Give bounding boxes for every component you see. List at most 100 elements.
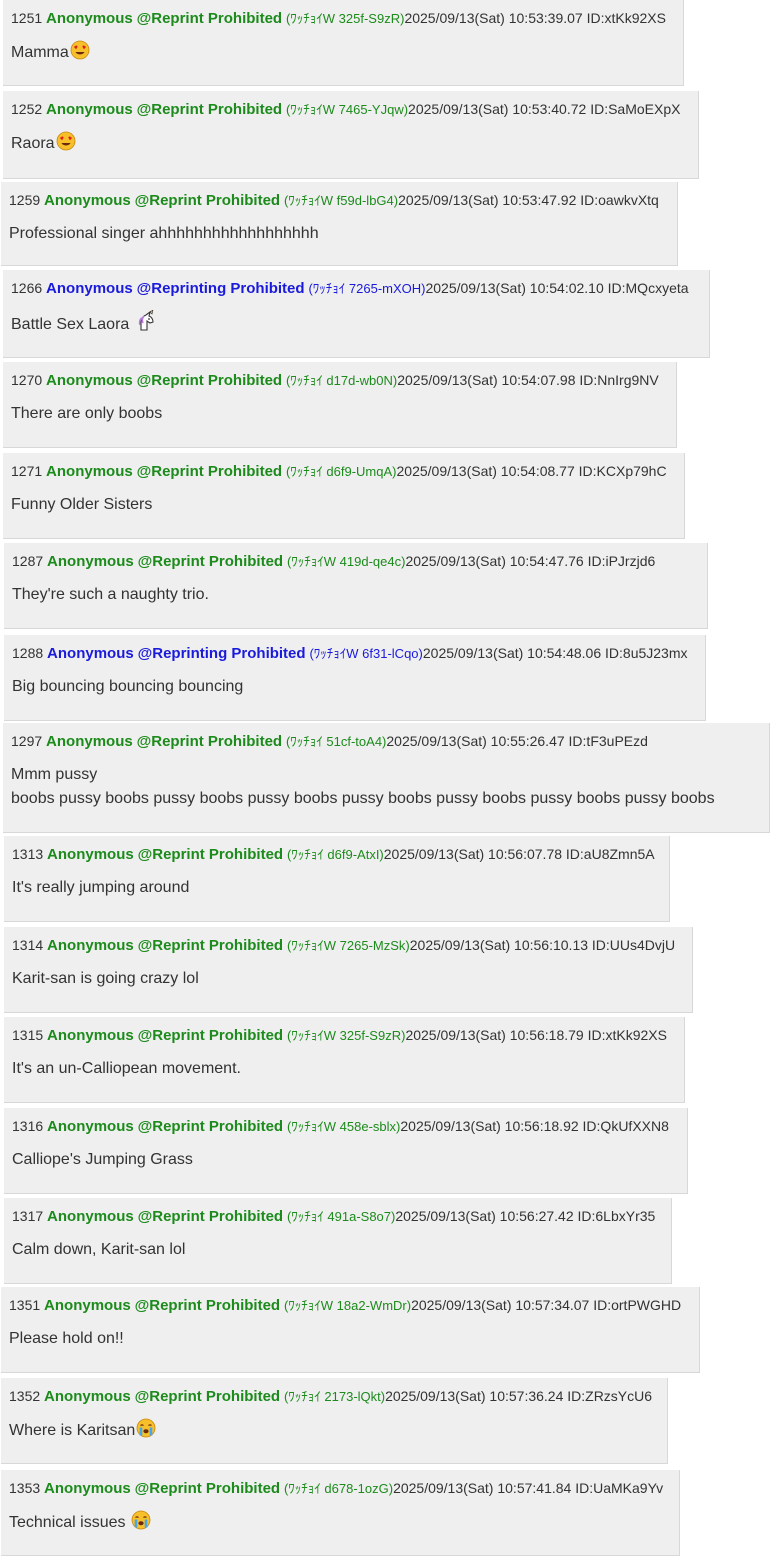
post-header: 1297 Anonymous @Reprint Prohibited (ﾜｯﾁｮ…	[11, 731, 761, 752]
post-text-line: Mamma	[11, 44, 69, 61]
post-text-line: Where is Karitsan	[9, 1422, 136, 1439]
post-number[interactable]: 1315	[12, 1027, 43, 1043]
post-number[interactable]: 1353	[9, 1480, 40, 1496]
post-meta[interactable]: 2025/09/13(Sat) 10:56:10.13 ID:UUs4DvjU	[410, 937, 675, 953]
post-meta[interactable]: 2025/09/13(Sat) 10:57:41.84 ID:UaMKa9Yv	[393, 1480, 663, 1496]
post: 1314 Anonymous @Reprint Prohibited (ﾜｯﾁｮ…	[4, 927, 693, 1013]
post-body: Mamma	[11, 40, 675, 68]
post-number[interactable]: 1297	[11, 733, 42, 749]
poster-name: Anonymous	[46, 463, 133, 480]
post-text-line: Calliope's Jumping Grass	[12, 1151, 193, 1168]
poster-hash: (ﾜｯﾁｮｲ 7265-mXOH)	[308, 281, 426, 296]
poster-trip: @Reprint Prohibited	[136, 463, 283, 480]
post-header: 1313 Anonymous @Reprint Prohibited (ﾜｯﾁｮ…	[12, 844, 661, 865]
poster-trip: @Reprint Prohibited	[134, 1297, 281, 1314]
post: 1315 Anonymous @Reprint Prohibited (ﾜｯﾁｮ…	[4, 1017, 685, 1103]
post: 1271 Anonymous @Reprint Prohibited (ﾜｯﾁｮ…	[3, 453, 685, 539]
post-number[interactable]: 1288	[12, 645, 43, 661]
post-body: Battle Sex Laora	[11, 309, 701, 340]
post-meta[interactable]: 2025/09/13(Sat) 10:56:07.78 ID:aU8Zmn5A	[384, 846, 655, 862]
post-text-line: Professional singer ahhhhhhhhhhhhhhhhhh	[9, 225, 319, 242]
post-body: Raora	[11, 131, 690, 159]
poster-trip: @Reprint Prohibited	[136, 372, 283, 389]
post-number[interactable]: 1317	[12, 1208, 43, 1224]
poster-trip: @Reprint Prohibited	[137, 553, 284, 570]
crying-emoji-icon	[131, 1510, 151, 1538]
post-number[interactable]: 1316	[12, 1118, 43, 1134]
poster-name: Anonymous	[44, 1297, 131, 1314]
poster-hash: (ﾜｯﾁｮｲW 325f-S9zR)	[285, 11, 405, 26]
post-meta[interactable]: 2025/09/13(Sat) 10:57:34.07 ID:ortPWGHD	[411, 1297, 681, 1313]
poster-name: Anonymous	[46, 733, 133, 750]
poster-hash: (ﾜｯﾁｮｲW 458e-sblx)	[286, 1119, 401, 1134]
post-meta[interactable]: 2025/09/13(Sat) 10:54:47.76 ID:iPJrzjd6	[405, 553, 655, 569]
post-meta[interactable]: 2025/09/13(Sat) 10:53:40.72 ID:SaMoEXpX	[408, 101, 680, 117]
post-header: 1251 Anonymous @Reprint Prohibited (ﾜｯﾁｮ…	[11, 8, 675, 29]
post-meta[interactable]: 2025/09/13(Sat) 10:56:27.42 ID:6LbxYr35	[395, 1208, 655, 1224]
post-body: Karit-san is going crazy lol	[12, 967, 684, 991]
post-body: Calliope's Jumping Grass	[12, 1148, 679, 1172]
post-meta[interactable]: 2025/09/13(Sat) 10:56:18.92 ID:QkUfXXN8	[400, 1118, 669, 1134]
poster-hash: (ﾜｯﾁｮｲ d17d-wb0N)	[285, 373, 398, 388]
post-header: 1314 Anonymous @Reprint Prohibited (ﾜｯﾁｮ…	[12, 935, 684, 956]
poster-hash: (ﾜｯﾁｮｲW 325f-S9zR)	[286, 1028, 406, 1043]
post-number[interactable]: 1270	[11, 372, 42, 388]
post-body: Please hold on!!	[9, 1327, 691, 1351]
post-meta[interactable]: 2025/09/13(Sat) 10:53:39.07 ID:xtKk92XS	[404, 10, 666, 26]
post: 1351 Anonymous @Reprint Prohibited (ﾜｯﾁｮ…	[1, 1287, 700, 1373]
post-meta[interactable]: 2025/09/13(Sat) 10:54:48.06 ID:8u5J23mx	[423, 645, 688, 661]
post-body: They're such a naughty trio.	[12, 583, 699, 607]
post: 1266 Anonymous @Reprinting Prohibited (ﾜ…	[3, 270, 710, 358]
poster-trip: @Reprint Prohibited	[134, 1480, 281, 1497]
post-body: Where is Karitsan	[9, 1418, 659, 1446]
post: 1297 Anonymous @Reprint Prohibited (ﾜｯﾁｮ…	[3, 723, 770, 833]
post-number[interactable]: 1314	[12, 937, 43, 953]
post-number[interactable]: 1252	[11, 101, 42, 117]
poster-trip: @Reprint Prohibited	[137, 1118, 284, 1135]
poster-trip: @Reprint Prohibited	[136, 733, 283, 750]
poster-trip: @Reprint Prohibited	[134, 1388, 281, 1405]
post-number[interactable]: 1313	[12, 846, 43, 862]
post-body: It's really jumping around	[12, 876, 661, 900]
poster-name: Anonymous	[46, 101, 133, 118]
poster-name: Anonymous	[46, 372, 133, 389]
post-number[interactable]: 1259	[9, 192, 40, 208]
post-number[interactable]: 1271	[11, 463, 42, 479]
post-meta[interactable]: 2025/09/13(Sat) 10:53:47.92 ID:oawkvXtq	[398, 192, 659, 208]
heart-eyes-emoji-icon	[70, 40, 90, 68]
post-number[interactable]: 1351	[9, 1297, 40, 1313]
post-meta[interactable]: 2025/09/13(Sat) 10:56:18.79 ID:xtKk92XS	[405, 1027, 667, 1043]
post-header: 1315 Anonymous @Reprint Prohibited (ﾜｯﾁｮ…	[12, 1025, 676, 1046]
post-meta[interactable]: 2025/09/13(Sat) 10:55:26.47 ID:tF3uPEzd	[386, 733, 648, 749]
poster-name: Anonymous	[46, 10, 133, 27]
post-meta[interactable]: 2025/09/13(Sat) 10:54:07.98 ID:NnIrg9NV	[397, 372, 659, 388]
poster-name: Anonymous	[44, 192, 131, 209]
post: 1352 Anonymous @Reprint Prohibited (ﾜｯﾁｮ…	[1, 1378, 668, 1464]
poster-name: Anonymous	[47, 1027, 134, 1044]
post-text-line: Battle Sex Laora	[11, 316, 134, 333]
post-header: 1351 Anonymous @Reprint Prohibited (ﾜｯﾁｮ…	[9, 1295, 691, 1316]
post-number[interactable]: 1266	[11, 280, 42, 296]
post-number[interactable]: 1251	[11, 10, 42, 26]
post-number[interactable]: 1287	[12, 553, 43, 569]
post: 1251 Anonymous @Reprint Prohibited (ﾜｯﾁｮ…	[3, 0, 684, 86]
poster-trip: @Reprint Prohibited	[137, 1208, 284, 1225]
post-number[interactable]: 1352	[9, 1388, 40, 1404]
post-text-line: They're such a naughty trio.	[12, 586, 209, 603]
post-header: 1271 Anonymous @Reprint Prohibited (ﾜｯﾁｮ…	[11, 461, 676, 482]
poster-hash: (ﾜｯﾁｮｲ 51cf-toA4)	[285, 734, 387, 749]
post-meta[interactable]: 2025/09/13(Sat) 10:54:08.77 ID:KCXp79hC	[397, 463, 667, 479]
post: 1353 Anonymous @Reprint Prohibited (ﾜｯﾁｮ…	[1, 1470, 680, 1556]
post-body: It's an un-Calliopean movement.	[12, 1057, 676, 1081]
post-body: Funny Older Sisters	[11, 493, 676, 517]
post-text-line: It's an un-Calliopean movement.	[12, 1060, 241, 1077]
poster-trip: @Reprint Prohibited	[136, 10, 283, 27]
post-body: Professional singer ahhhhhhhhhhhhhhhhhh	[9, 222, 669, 246]
post-meta[interactable]: 2025/09/13(Sat) 10:54:02.10 ID:MQcxyeta	[425, 280, 688, 296]
post-text-line: Technical issues	[9, 1514, 130, 1531]
post-text-line: Please hold on!!	[9, 1330, 124, 1347]
post-header: 1266 Anonymous @Reprinting Prohibited (ﾜ…	[11, 278, 701, 299]
post-meta[interactable]: 2025/09/13(Sat) 10:57:36.24 ID:ZRzsYcU6	[385, 1388, 652, 1404]
post-text-line: It's really jumping around	[12, 879, 190, 896]
post-text-line: Funny Older Sisters	[11, 496, 153, 513]
